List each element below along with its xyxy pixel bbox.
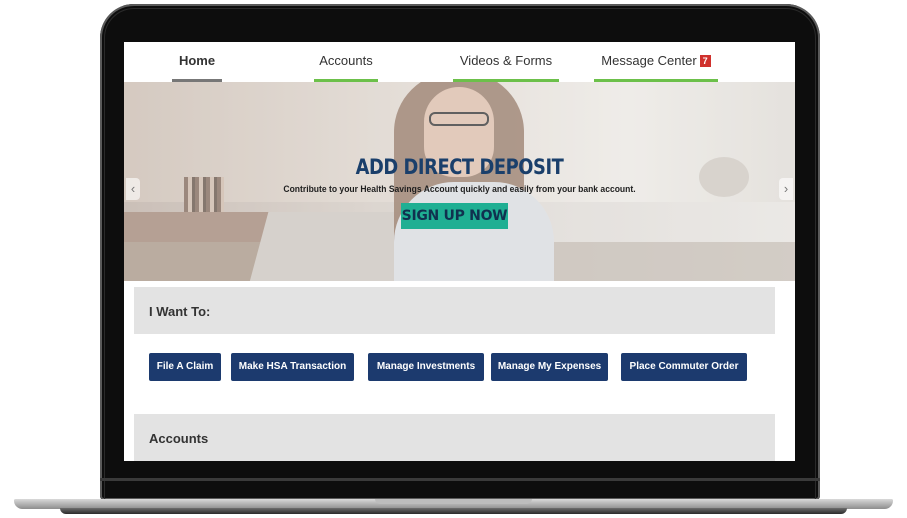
nav-tab-videos-forms[interactable]: Videos & Forms bbox=[453, 42, 559, 82]
laptop-mockup: Home Accounts Videos & Forms Message Cen… bbox=[0, 0, 907, 518]
manage-my-expenses-button[interactable]: Manage My Expenses bbox=[491, 353, 608, 381]
message-center-text: Message Center bbox=[601, 53, 697, 68]
chevron-right-icon[interactable]: › bbox=[779, 178, 793, 200]
nav-tab-videos-forms-label: Videos & Forms bbox=[459, 53, 553, 68]
promo-title: ADD DIRECT DEPOSIT bbox=[355, 155, 564, 179]
chevron-left-icon[interactable]: ‹ bbox=[126, 178, 140, 200]
make-hsa-transaction-button[interactable]: Make HSA Transaction bbox=[231, 353, 354, 381]
i-want-to-heading: I Want To: bbox=[134, 287, 775, 334]
top-nav: Home Accounts Videos & Forms Message Cen… bbox=[124, 42, 795, 82]
promo-banner: ‹ › ADD DIRECT DEPOSIT Contribute to you… bbox=[124, 82, 795, 281]
nav-tab-message-center-label: Message Center 7 bbox=[601, 42, 711, 68]
banner-photo-overlay bbox=[124, 82, 795, 281]
nav-tab-home-label: Home bbox=[178, 53, 216, 68]
laptop-base-shadow bbox=[60, 508, 847, 514]
place-commuter-order-button[interactable]: Place Commuter Order bbox=[621, 353, 747, 381]
accounts-heading: Accounts bbox=[134, 414, 775, 461]
nav-tab-message-center[interactable]: Message Center 7 bbox=[594, 42, 718, 82]
file-a-claim-button[interactable]: File A Claim bbox=[149, 353, 221, 381]
message-count-badge: 7 bbox=[699, 55, 711, 67]
nav-tab-home[interactable]: Home bbox=[172, 42, 222, 82]
manage-investments-button[interactable]: Manage Investments bbox=[368, 353, 484, 381]
laptop-notch bbox=[375, 499, 532, 504]
nav-tab-accounts[interactable]: Accounts bbox=[314, 42, 378, 82]
promo-subtitle: Contribute to your Health Savings Accoun… bbox=[283, 184, 636, 195]
laptop-screen: Home Accounts Videos & Forms Message Cen… bbox=[124, 42, 795, 461]
laptop-chin bbox=[100, 478, 820, 481]
sign-up-now-button[interactable]: SIGN UP NOW bbox=[401, 203, 508, 229]
nav-tab-accounts-label: Accounts bbox=[319, 53, 373, 68]
